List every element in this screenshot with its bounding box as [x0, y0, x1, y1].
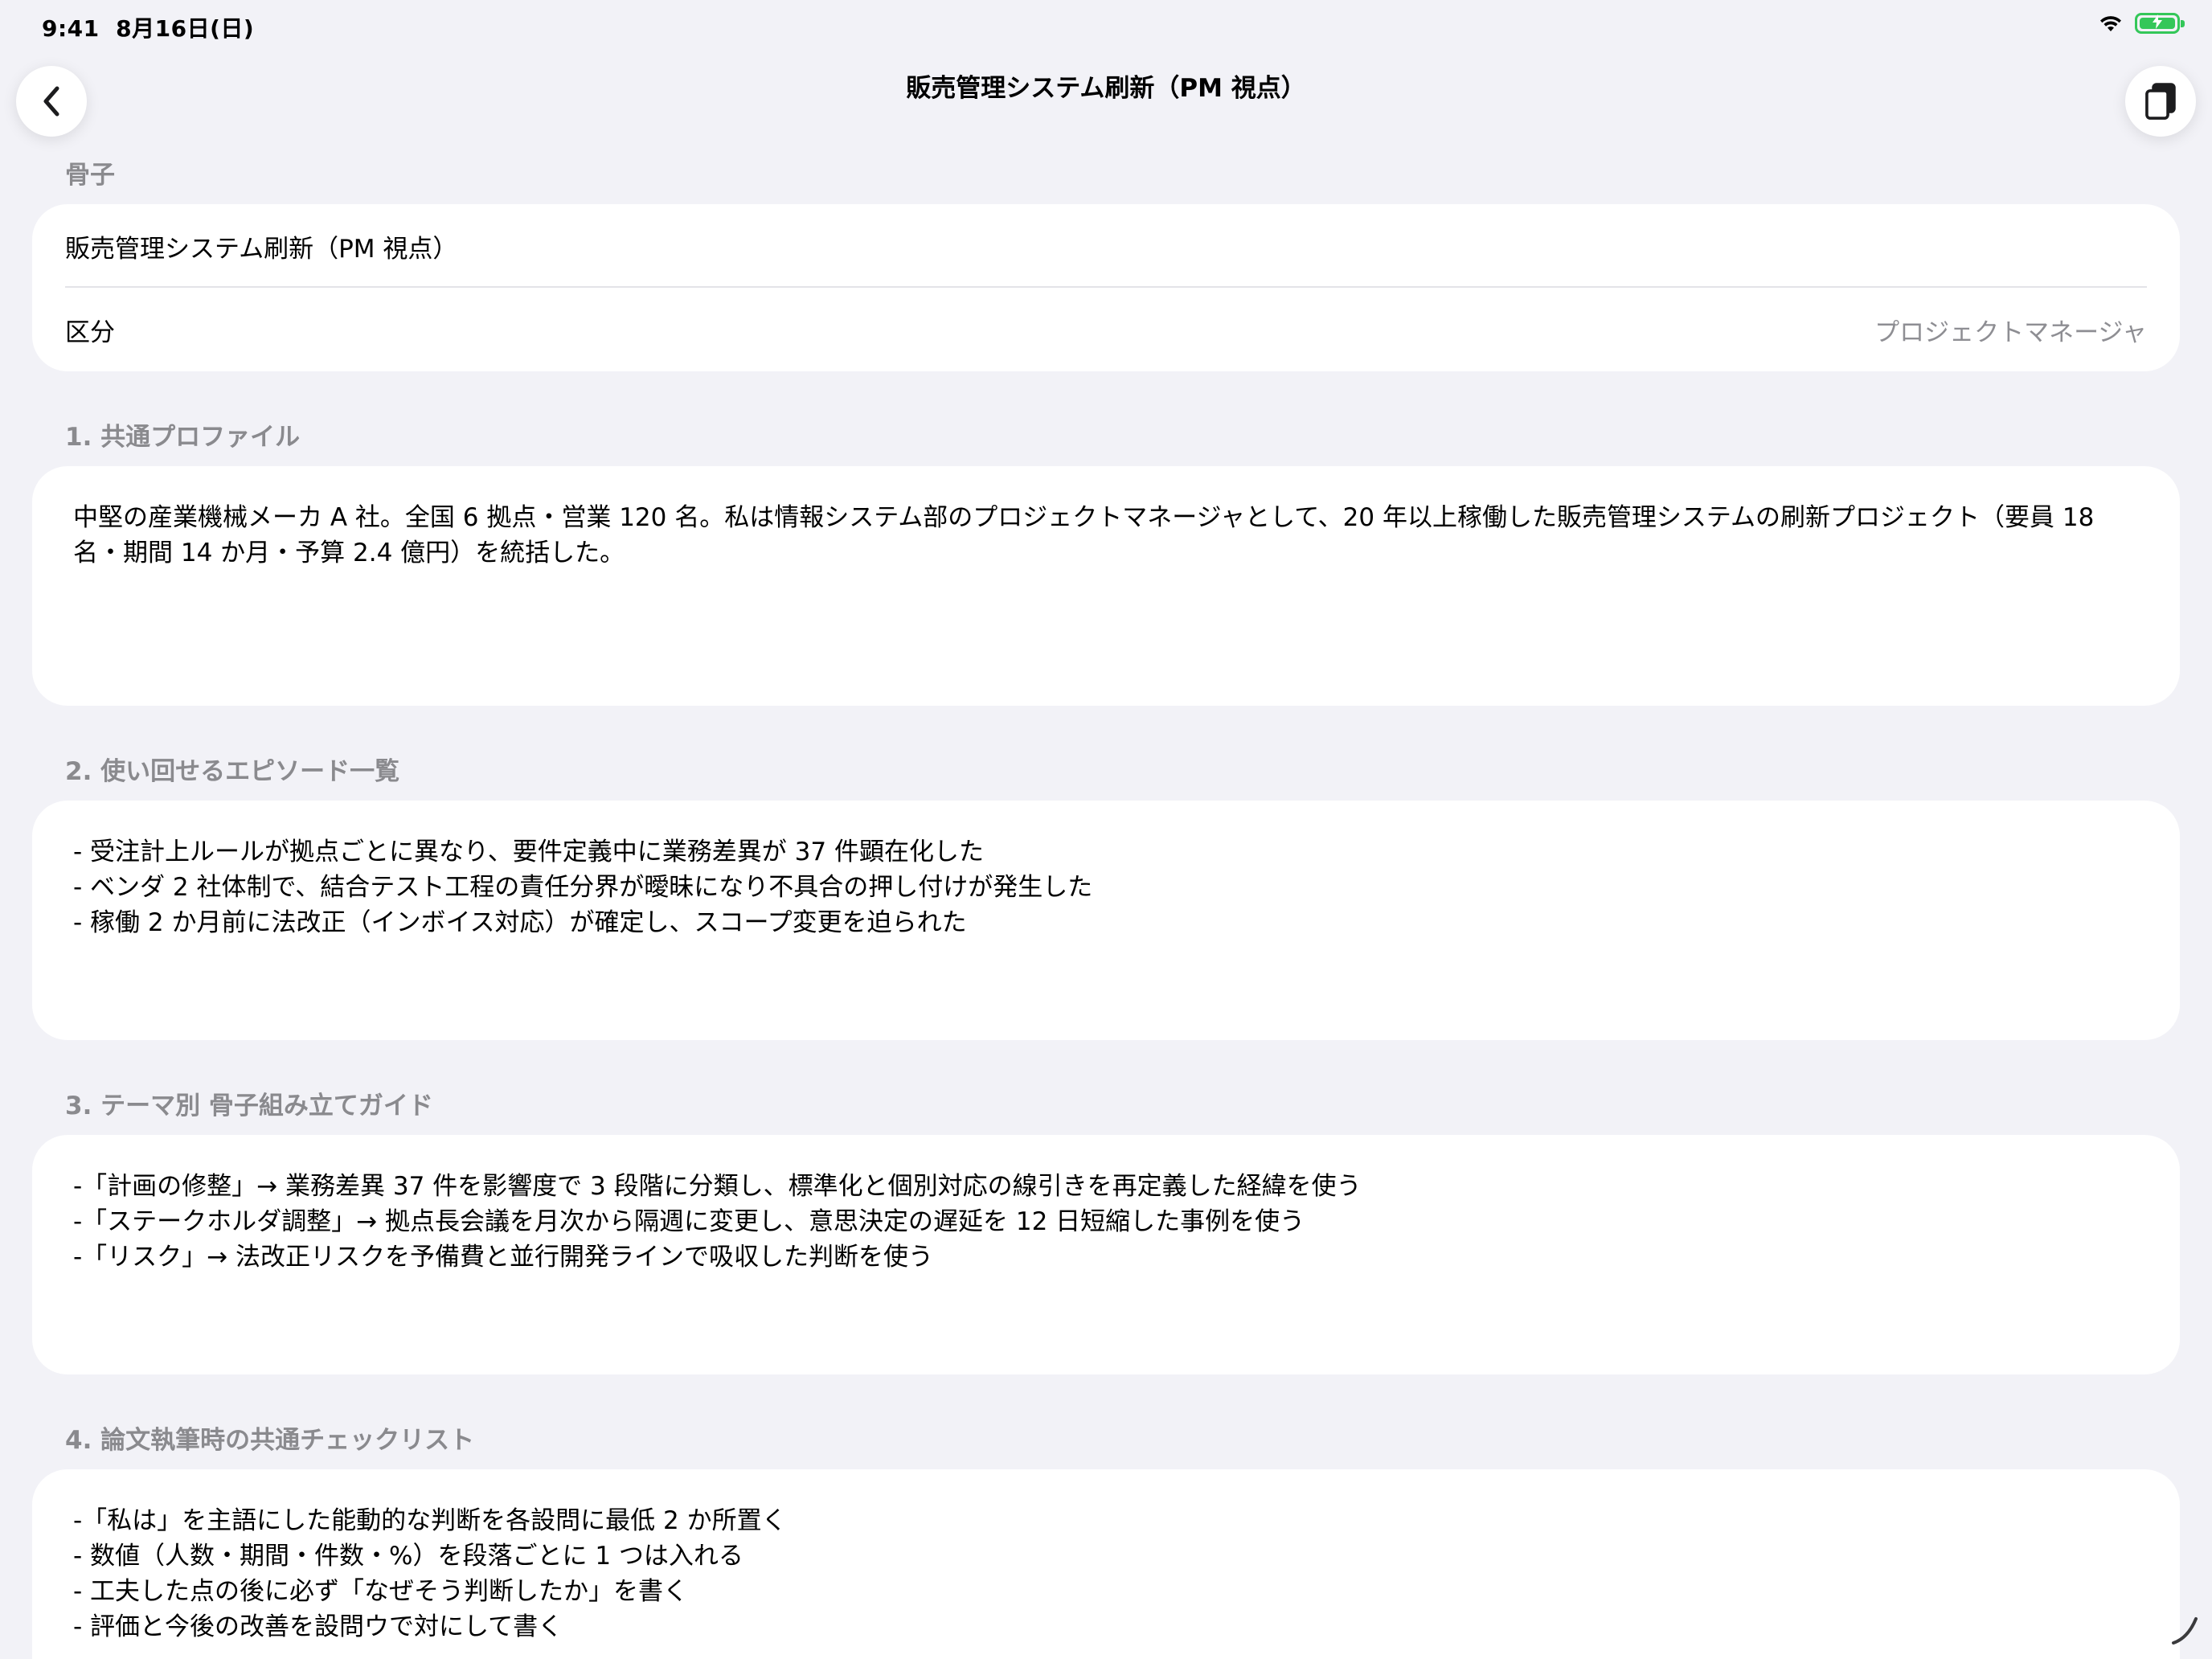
status-time: 9:41 8月16日(日): [42, 11, 254, 43]
title-row[interactable]: 販売管理システム刷新（PM 視点）: [65, 222, 2147, 270]
status-clock: 9:41: [42, 15, 100, 42]
section-header-theme-guide: 3. テーマ別 骨子組み立てガイド: [65, 1092, 433, 1120]
title-value: 販売管理システム刷新（PM 視点）: [65, 234, 458, 264]
battery-charging-icon: [2135, 13, 2185, 34]
theme-guide-card: -「計画の修整」→ 業務差異 37 件を影響度で 3 段階に分類し、標準化と個別…: [32, 1135, 2180, 1374]
outline-card: 販売管理システム刷新（PM 視点） 区分 プロジェクトマネージャ: [32, 204, 2180, 371]
status-bar: 9:41 8月16日(日): [0, 0, 2212, 51]
status-date: 8月16日(日): [116, 15, 255, 42]
checklist-card: -「私は」を主語にした能動的な判断を各設問に最低 2 か所置く - 数値（人数・…: [32, 1469, 2180, 1659]
screen: 9:41 8月16日(日) 販売管理システム刷新（PM 視点） 骨子 販売管理シ…: [0, 0, 2212, 1659]
section-header-outline: 骨子: [65, 161, 115, 190]
profile-text[interactable]: 中堅の産業機械メーカ A 社。全国 6 拠点・営業 120 名。私は情報システム…: [73, 500, 2139, 571]
category-label: 区分: [65, 317, 115, 347]
checklist-text[interactable]: -「私は」を主語にした能動的な判断を各設問に最低 2 か所置く - 数値（人数・…: [73, 1503, 2139, 1645]
episodes-text[interactable]: - 受注計上ルールが拠点ごとに異なり、要件定義中に業務差異が 37 件顕在化した…: [73, 834, 2139, 940]
scroll-indicator[interactable]: [2169, 1614, 2201, 1649]
section-header-checklist: 4. 論文執筆時の共通チェックリスト: [65, 1426, 475, 1455]
status-indicators: [2098, 13, 2185, 34]
episodes-card: - 受注計上ルールが拠点ごとに異なり、要件定義中に業務差異が 37 件顕在化した…: [32, 801, 2180, 1040]
section-header-profile: 1. 共通プロファイル: [65, 423, 301, 452]
copy-button[interactable]: [2125, 66, 2196, 137]
divider: [65, 286, 2147, 288]
section-header-episodes: 2. 使い回せるエピソード一覧: [65, 757, 400, 786]
category-value: プロジェクトマネージャ: [1874, 317, 2147, 347]
page-title: 販売管理システム刷新（PM 視点）: [906, 74, 1306, 103]
profile-card: 中堅の産業機械メーカ A 社。全国 6 拠点・営業 120 名。私は情報システム…: [32, 466, 2180, 706]
copy-icon: [2145, 83, 2176, 120]
category-row[interactable]: 区分 プロジェクトマネージャ: [65, 305, 2147, 354]
wifi-icon: [2098, 14, 2124, 33]
navigation-bar: 販売管理システム刷新（PM 視点）: [0, 51, 2212, 137]
theme-guide-text[interactable]: -「計画の修整」→ 業務差異 37 件を影響度で 3 段階に分類し、標準化と個別…: [73, 1169, 2139, 1275]
